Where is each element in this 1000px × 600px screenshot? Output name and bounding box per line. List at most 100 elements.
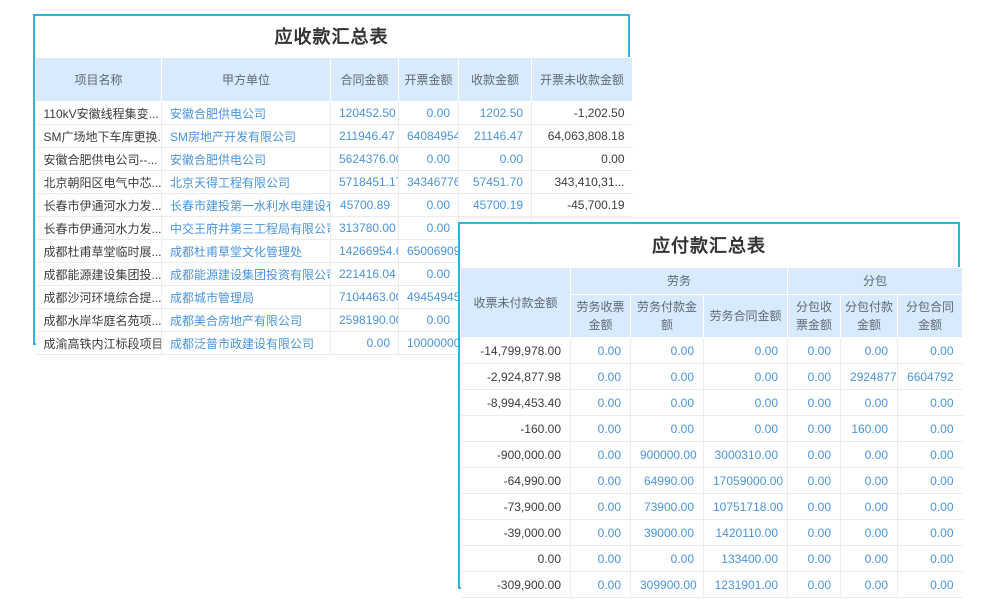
table-cell: 0.00 [571,494,631,520]
table-cell: 0.00 [898,390,963,416]
table-cell: 0.00 [788,572,841,598]
table-cell: 0.00 [399,309,459,332]
table-cell: 0.00 [898,572,963,598]
table-cell: 安徽合肥供电公司 [162,148,331,171]
table-cell: 成都水岸华庭名苑项... [36,309,162,332]
column-header-party-a: 甲方单位 [162,58,331,102]
column-header-contract-amount: 合同金额 [331,58,399,102]
table-cell: 成都沙河环境综合提... [36,286,162,309]
table-cell: 0.00 [788,364,841,390]
table-cell: 14266954.67 [331,240,399,263]
table-cell: 0.00 [571,546,631,572]
table-row: -160.000.000.000.000.00160.000.00 [461,416,963,442]
table-cell: 成都杜甫草堂文化管理处 [162,240,331,263]
table-cell: 0.00 [898,442,963,468]
table-cell: 长春市建投第一水利水电建设有限 [162,194,331,217]
table-cell: SM房地产开发有限公司 [162,125,331,148]
table-cell: 安徽合肥供电公司 [162,102,331,125]
table-cell: 0.00 [841,572,898,598]
table-cell: 2598190.00 [331,309,399,332]
table-cell: 0.00 [788,338,841,364]
table-cell: 成都城市管理局 [162,286,331,309]
table-cell: 中交王府井第三工程局有限公司 [162,217,331,240]
table-cell: 10751718.00 [704,494,788,520]
table-cell: 成都美合房地产有限公司 [162,309,331,332]
table-cell: 0.00 [841,442,898,468]
table-row: 长春市伊通河水力发...长春市建投第一水利水电建设有限45700.890.004… [36,194,633,217]
table-cell: 0.00 [788,546,841,572]
table-cell: 133400.00 [704,546,788,572]
table-row: 北京朝阳区电气中芯...北京天得工程有限公司5718451.1734346776… [36,171,633,194]
table-cell: 0.00 [788,520,841,546]
table-cell: -73,900.00 [461,494,571,520]
payable-summary-panel: 应付款汇总表 收票未付款金额 劳务 分包 劳务收票金额 劳务付款金额 劳务合同金… [458,222,960,589]
table-cell: 0.00 [532,148,633,171]
table-cell: 0.00 [399,217,459,240]
table-cell: 0.00 [841,468,898,494]
column-header-project-name: 项目名称 [36,58,162,102]
table-cell: -39,000.00 [461,520,571,546]
table-cell: SM广场地下车库更换... [36,125,162,148]
table-cell: 成都泛普市政建设有限公司 [162,332,331,355]
table-cell: 0.00 [571,468,631,494]
column-header-subcontract-contract: 分包合同金额 [898,295,963,338]
table-cell: 343,410,31... [532,171,633,194]
table-cell: 3000310.00 [704,442,788,468]
table-row: -900,000.000.00900000.003000310.000.000.… [461,442,963,468]
table-cell: 0.00 [788,416,841,442]
table-cell: 0.00 [898,520,963,546]
table-row: -73,900.000.0073900.0010751718.000.000.0… [461,494,963,520]
table-cell: 0.00 [571,442,631,468]
table-cell: 45700.89 [331,194,399,217]
table-row: -39,000.000.0039000.001420110.000.000.00… [461,520,963,546]
table-cell: 0.00 [399,194,459,217]
table-cell: 313780.00 [331,217,399,240]
column-header-labor-invoice: 劳务收票金额 [571,295,631,338]
table-cell: 长春市伊通河水力发... [36,217,162,240]
column-header-invoiced-amount: 开票金额 [399,58,459,102]
table-cell: 5718451.17 [331,171,399,194]
table-cell: 5624376.00 [331,148,399,171]
column-header-subcontract-payment: 分包付款金额 [841,295,898,338]
table-cell: 0.00 [631,338,704,364]
receivable-summary-title: 应收款汇总表 [35,16,628,57]
table-cell: 0.00 [704,364,788,390]
table-cell: 49454945. [399,286,459,309]
table-cell: 120452.50 [331,102,399,125]
page: 应收款汇总表 项目名称 甲方单位 合同金额 开票金额 收款金额 开票未收款金额 … [0,0,1000,600]
payable-table-body: -14,799,978.000.000.000.000.000.000.00-2… [461,338,963,598]
table-cell: 309900.00 [631,572,704,598]
table-cell: 0.00 [704,390,788,416]
column-header-labor-payment: 劳务付款金额 [631,295,704,338]
table-row: -64,990.000.0064990.0017059000.000.000.0… [461,468,963,494]
table-cell: 0.00 [841,520,898,546]
table-cell: 0.00 [898,468,963,494]
column-header-received-invoice-unpaid: 收票未付款金额 [461,268,571,338]
table-cell: 211946.47 [331,125,399,148]
table-cell: 0.00 [571,520,631,546]
table-cell: 长春市伊通河水力发... [36,194,162,217]
table-cell: 0.00 [898,338,963,364]
table-cell: 0.00 [898,416,963,442]
table-cell: 0.00 [788,442,841,468]
table-cell: 0.00 [788,390,841,416]
table-cell: 21146.47 [459,125,532,148]
table-cell: 900000.00 [631,442,704,468]
table-cell: 成都能源建设集团投资有限公司 [162,263,331,286]
table-cell: 1202.50 [459,102,532,125]
table-cell: 0.00 [571,572,631,598]
table-cell: 0.00 [571,390,631,416]
table-cell: 64990.00 [631,468,704,494]
table-cell: 0.00 [571,416,631,442]
column-header-labor-contract: 劳务合同金额 [704,295,788,338]
table-cell: 0.00 [841,338,898,364]
table-cell: 0.00 [459,148,532,171]
column-header-received-amount: 收款金额 [459,58,532,102]
table-cell: 0.00 [399,148,459,171]
table-cell: 成渝高铁内江标段项目 [36,332,162,355]
table-row: -8,994,453.400.000.000.000.000.000.00 [461,390,963,416]
table-cell: 0.00 [399,102,459,125]
table-cell: 0.00 [571,338,631,364]
payable-group-header-row: 收票未付款金额 劳务 分包 [461,268,963,295]
payable-summary-table: 收票未付款金额 劳务 分包 劳务收票金额 劳务付款金额 劳务合同金额 分包收票金… [460,267,963,598]
